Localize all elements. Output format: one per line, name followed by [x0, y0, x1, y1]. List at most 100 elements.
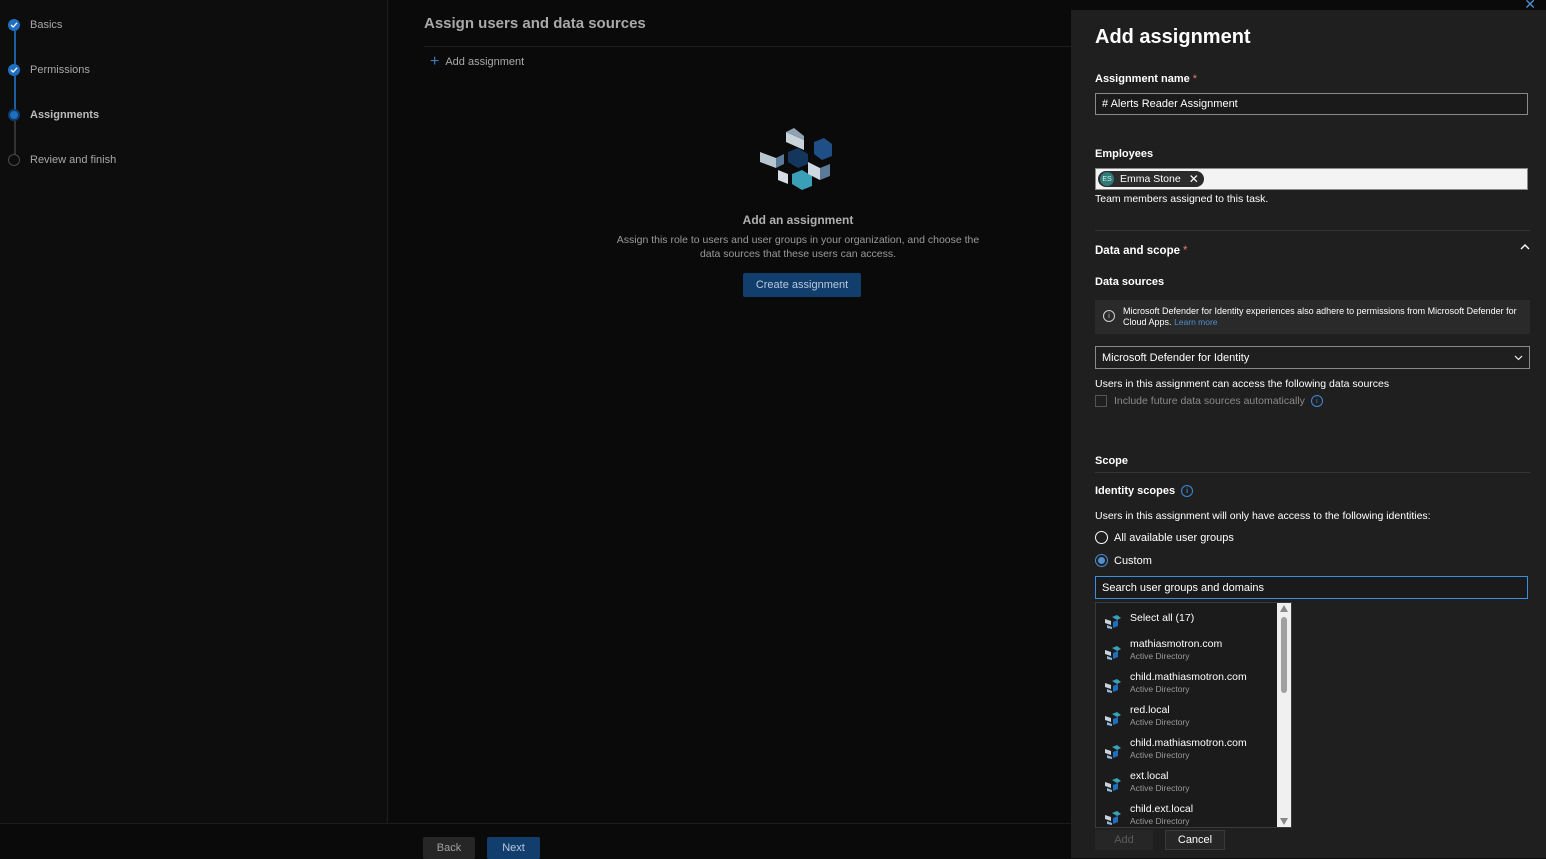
radio-button-selected[interactable]: [1095, 554, 1108, 567]
identity-scopes-label: Identity scopes i: [1095, 485, 1194, 497]
employees-label: Employees: [1095, 148, 1154, 160]
empty-state-description: Assign this role to users and user group…: [616, 234, 980, 260]
add-button[interactable]: Add: [1095, 830, 1153, 850]
domain-type: Active Directory: [1130, 684, 1190, 694]
domain-icon: [1105, 646, 1121, 660]
employee-chip-name: Emma Stone: [1120, 173, 1181, 185]
domain-name: red.local: [1130, 704, 1170, 716]
check-icon: [8, 19, 20, 31]
create-assignment-button[interactable]: Create assignment: [743, 273, 861, 297]
data-scope-label-text: Data and scope: [1095, 245, 1180, 257]
back-button[interactable]: Back: [423, 837, 475, 859]
domain-icon: [1105, 811, 1121, 825]
employees-picker[interactable]: ES Emma Stone ✕: [1095, 168, 1528, 190]
domain-name: child.mathiasmotron.com: [1130, 737, 1247, 749]
add-assignment-link[interactable]: + Add assignment: [430, 53, 525, 70]
main-content: Assign users and data sources + Add assi…: [388, 0, 1071, 823]
radio-custom-label: Custom: [1114, 554, 1152, 567]
employee-chip[interactable]: ES Emma Stone ✕: [1098, 171, 1204, 187]
step-label: Review and finish: [30, 154, 117, 166]
domain-name: child.ext.local: [1130, 803, 1194, 815]
scroll-thumb[interactable]: [1281, 617, 1287, 693]
required-marker: *: [1192, 73, 1198, 85]
info-message: Microsoft Defender for Identity experien…: [1123, 306, 1522, 328]
data-source-selected: Microsoft Defender for Identity: [1102, 351, 1250, 364]
data-scope-section-label: Data and scope *: [1095, 245, 1187, 257]
select-all-item[interactable]: Select all (17): [1096, 612, 1276, 629]
divider: [424, 46, 1071, 47]
info-icon[interactable]: i: [1181, 485, 1194, 497]
include-future-row: Include future data sources automaticall…: [1095, 395, 1323, 407]
domain-icon: [1105, 745, 1121, 759]
scroll-up-icon[interactable]: [1280, 605, 1288, 612]
step-connector: [14, 31, 16, 65]
domain-icon: [1105, 679, 1121, 693]
radio-all-groups-label: All available user groups: [1114, 531, 1234, 544]
list-item[interactable]: child.mathiasmotron.com Active Directory: [1096, 737, 1276, 761]
list-item[interactable]: child.ext.local Active Directory: [1096, 803, 1276, 827]
info-message-bar: i Microsoft Defender for Identity experi…: [1095, 300, 1530, 334]
employees-help-text: Team members assigned to this task.: [1095, 193, 1269, 205]
list-item[interactable]: mathiasmotron.com Active Directory: [1096, 638, 1276, 662]
domain-type: Active Directory: [1130, 651, 1190, 661]
assignment-name-label-text: Assignment name: [1095, 73, 1190, 85]
step-connector: [14, 121, 16, 155]
remove-chip-icon[interactable]: ✕: [1189, 172, 1199, 186]
identity-scopes-label-text: Identity scopes: [1095, 485, 1176, 497]
domain-icon: [1105, 778, 1121, 792]
data-sources-label: Data sources: [1095, 276, 1165, 288]
step-permissions[interactable]: Permissions: [8, 64, 90, 76]
page-title: Assign users and data sources: [424, 15, 646, 32]
cancel-button[interactable]: Cancel: [1165, 830, 1225, 850]
add-assignment-label: Add assignment: [445, 56, 525, 68]
radio-custom[interactable]: Custom: [1095, 554, 1152, 567]
required-marker: *: [1183, 245, 1188, 257]
info-icon: i: [1103, 310, 1115, 322]
step-basics[interactable]: Basics: [8, 19, 62, 31]
domain-type: Active Directory: [1130, 750, 1190, 760]
data-source-select[interactable]: Microsoft Defender for Identity: [1095, 346, 1530, 369]
scope-label: Scope: [1095, 455, 1129, 467]
domain-type: Active Directory: [1130, 783, 1190, 793]
list-item[interactable]: child.mathiasmotron.com Active Directory: [1096, 671, 1276, 695]
domain-name: ext.local: [1130, 770, 1169, 782]
radio-button[interactable]: [1095, 531, 1108, 544]
dropdown-scrollbar[interactable]: [1277, 603, 1291, 827]
chevron-down-icon: [1514, 355, 1523, 361]
divider: [1095, 472, 1530, 473]
step-label: Assignments: [30, 109, 100, 121]
domain-icon: [1105, 712, 1121, 726]
data-sources-help-text: Users in this assignment can access the …: [1095, 378, 1390, 390]
current-step-icon: [8, 109, 20, 121]
cubes-illustration-icon: [760, 128, 832, 190]
search-groups-input[interactable]: Search user groups and domains: [1095, 576, 1528, 599]
domain-icon: [1105, 615, 1121, 629]
domain-type: Active Directory: [1130, 717, 1190, 727]
identity-scopes-help: Users in this assignment will only have …: [1095, 510, 1431, 522]
scroll-down-icon[interactable]: [1280, 818, 1288, 825]
wizard-stepper: Basics Permissions Assignments Review an…: [0, 0, 388, 823]
step-assignments[interactable]: Assignments: [8, 109, 99, 121]
next-button[interactable]: Next: [487, 837, 540, 859]
groups-dropdown-list[interactable]: Select all (17) mathiasmotron.com Active …: [1095, 602, 1292, 828]
panel-top-strip: ✕: [1071, 0, 1546, 12]
domain-type: Active Directory: [1130, 816, 1190, 826]
info-icon[interactable]: i: [1310, 395, 1323, 407]
assignment-name-input[interactable]: # Alerts Reader Assignment: [1095, 93, 1528, 115]
select-all-label: Select all (17): [1130, 612, 1195, 624]
step-label: Permissions: [30, 64, 90, 76]
list-item[interactable]: ext.local Active Directory: [1096, 770, 1276, 794]
chevron-up-icon[interactable]: [1520, 242, 1530, 252]
include-future-checkbox[interactable]: [1095, 395, 1107, 407]
step-review[interactable]: Review and finish: [8, 154, 116, 166]
pending-step-icon: [8, 154, 20, 166]
avatar: ES: [1100, 172, 1114, 186]
domain-name: mathiasmotron.com: [1130, 638, 1223, 650]
learn-more-link[interactable]: Learn more: [1174, 317, 1217, 327]
radio-all-groups[interactable]: All available user groups: [1095, 531, 1234, 544]
list-item[interactable]: red.local Active Directory: [1096, 704, 1276, 728]
check-icon: [8, 64, 20, 76]
step-label: Basics: [30, 19, 63, 31]
panel-title: Add assignment: [1095, 26, 1251, 48]
plus-icon: +: [430, 53, 440, 70]
